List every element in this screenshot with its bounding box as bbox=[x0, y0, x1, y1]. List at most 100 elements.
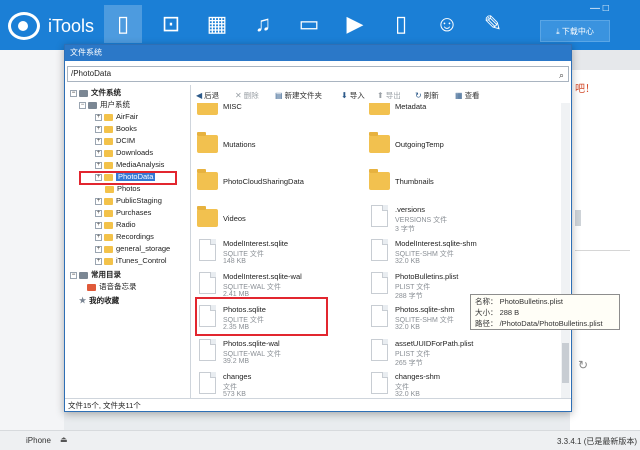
path-input[interactable]: /PhotoData ⌕ bbox=[67, 66, 569, 82]
grid-icon[interactable]: ▦ bbox=[198, 5, 236, 43]
new-folder-button[interactable]: ▤ 新建文件夹 bbox=[275, 90, 322, 101]
tree-favorites[interactable]: ★ 我的收藏 bbox=[79, 295, 119, 307]
back-button[interactable]: ◀ 后退 bbox=[196, 90, 219, 101]
file-icon bbox=[199, 372, 216, 394]
tree-root[interactable]: − 文件系统 bbox=[70, 87, 121, 99]
background-text: 吧！ bbox=[575, 84, 595, 95]
device-name: iPhone bbox=[26, 436, 51, 445]
photo-icon[interactable]: ▭ bbox=[290, 5, 328, 43]
tree-item-publicstaging[interactable]: + PublicStaging bbox=[95, 195, 162, 207]
file-system-dialog: 文件系统 /PhotoData ⌕ − 文件系统 − 用户系统 + AirFair +… bbox=[64, 44, 572, 412]
tooltip-name: 名称： PhotoBulletins.plist bbox=[475, 297, 563, 306]
refresh-button[interactable]: ↻ 刷新 bbox=[415, 90, 439, 101]
tree-item-mediaanalysis[interactable]: + MediaAnalysis bbox=[95, 159, 164, 171]
folder-icon bbox=[104, 221, 113, 229]
folder-icon bbox=[104, 161, 113, 169]
tree-item-airfair[interactable]: + AirFair bbox=[95, 111, 138, 123]
file-list-scrollbar[interactable] bbox=[561, 103, 570, 398]
folder-icon bbox=[197, 169, 218, 190]
app-logo: iTools bbox=[8, 10, 98, 42]
highlight-photodata bbox=[79, 171, 177, 185]
tree-item-recordings[interactable]: + Recordings bbox=[95, 231, 154, 243]
background-scrollbar[interactable] bbox=[575, 210, 581, 226]
phone-icon[interactable]: ▯ bbox=[104, 5, 142, 43]
view-icon: ▦ bbox=[455, 91, 463, 100]
new-folder-icon: ▤ bbox=[275, 91, 283, 100]
eject-icon[interactable]: ⏏ bbox=[60, 435, 68, 444]
list-item[interactable]: Photos.sqlite-wal SQLITE-WAL 文件 39.2 MB bbox=[193, 337, 363, 369]
list-item[interactable]: changes-shm 文件 32.0 KB bbox=[365, 370, 535, 398]
folder-icon bbox=[104, 245, 113, 253]
wrench-icon[interactable]: ✎ bbox=[474, 5, 512, 43]
import-icon: ⬇ bbox=[341, 91, 348, 100]
toolbar: ◀ 后退 ✕ 删除 ▤ 新建文件夹 ⬇ 导入 ⬆ 导出 ↻ 刷新 ▦ 查看 bbox=[193, 87, 569, 103]
itools-logo-icon bbox=[8, 12, 40, 40]
tree-item-books[interactable]: + Books bbox=[95, 123, 137, 135]
tree-item-purchases[interactable]: + Purchases bbox=[95, 207, 151, 219]
divider bbox=[575, 250, 630, 251]
view-button[interactable]: ▦ 查看 bbox=[455, 90, 480, 101]
scrollbar-thumb[interactable] bbox=[562, 343, 569, 383]
export-button[interactable]: ⬆ 导出 bbox=[377, 90, 401, 101]
folder-icon bbox=[104, 209, 113, 217]
file-icon bbox=[199, 339, 216, 361]
top-bar: iTools ▯ ⊡ ▦ ♫ ▭ ▶ ▯ ☺ ✎ — □ ⤓ 下载中心 bbox=[0, 0, 640, 50]
list-item[interactable]: assetUUIDForPath.plist PLIST 文件 265 字节 bbox=[365, 337, 535, 369]
folder-icon bbox=[105, 185, 114, 193]
music-icon[interactable]: ♫ bbox=[244, 5, 282, 43]
folder-icon bbox=[104, 149, 113, 157]
list-item[interactable]: Mutations bbox=[193, 129, 363, 161]
list-item[interactable]: MISC bbox=[193, 103, 363, 123]
list-item[interactable]: PhotoCloudSharingData bbox=[193, 166, 363, 198]
tree-item-radio[interactable]: + Radio bbox=[95, 219, 136, 231]
background-left-panel bbox=[0, 50, 64, 430]
file-icon bbox=[371, 272, 388, 294]
download-center-button[interactable]: ⤓ 下载中心 bbox=[540, 20, 610, 42]
folder-icon bbox=[369, 132, 390, 153]
file-icon bbox=[371, 372, 388, 394]
list-item[interactable]: ModelInterest.sqlite SQLITE 文件 148 KB bbox=[193, 237, 363, 269]
list-item[interactable]: Metadata bbox=[365, 103, 535, 123]
file-icon bbox=[199, 272, 216, 294]
delete-button[interactable]: ✕ 删除 bbox=[235, 90, 259, 101]
import-button[interactable]: ⬇ 导入 bbox=[341, 90, 365, 101]
list-item[interactable]: Thumbnails bbox=[365, 166, 535, 198]
file-icon bbox=[371, 239, 388, 261]
dialog-status-text: 文件15个, 文件夹11个 bbox=[65, 398, 571, 412]
dialog-title: 文件系统 bbox=[65, 45, 571, 61]
book-icon[interactable]: ▯ bbox=[382, 5, 420, 43]
folder-icon bbox=[104, 197, 113, 205]
folder-icon bbox=[104, 113, 113, 121]
list-item[interactable]: Videos bbox=[193, 203, 363, 235]
back-arrow-icon: ◀ bbox=[196, 91, 203, 100]
user-icon[interactable]: ☺ bbox=[428, 5, 466, 43]
tree-common-dirs[interactable]: − 常用目录 bbox=[70, 269, 121, 281]
app-store-icon[interactable]: ⊡ bbox=[152, 5, 190, 43]
search-icon[interactable]: ⌕ bbox=[559, 68, 564, 82]
list-item[interactable]: ModelInterest.sqlite-shm SQLITE-SHM 文件 32.… bbox=[365, 237, 535, 269]
computer-icon bbox=[79, 89, 88, 97]
folder-icon bbox=[79, 271, 88, 279]
file-icon bbox=[371, 339, 388, 361]
video-icon[interactable]: ▶ bbox=[336, 5, 374, 43]
tree-item-dcim[interactable]: + DCIM bbox=[95, 135, 135, 147]
list-item[interactable]: changes 文件 573 KB bbox=[193, 370, 363, 398]
list-item[interactable]: OutgoingTemp bbox=[365, 129, 535, 161]
background-right-panel bbox=[570, 50, 640, 430]
refresh-icon: ↻ bbox=[415, 91, 422, 100]
folder-icon bbox=[104, 257, 113, 265]
tree-item-downloads[interactable]: + Downloads bbox=[95, 147, 153, 159]
highlight-photos-sqlite bbox=[195, 297, 328, 336]
refresh-icon[interactable]: ↻ bbox=[578, 358, 588, 372]
list-item[interactable]: .versions VERSIONS 文件 3 字节 bbox=[365, 203, 535, 235]
tree-user-system[interactable]: − 用户系统 bbox=[79, 99, 130, 111]
tree-item-voice-memo[interactable]: 语音备忘录 bbox=[87, 281, 137, 293]
tooltip-size: 大小： 288 B bbox=[475, 308, 520, 317]
tree-item-general-storage[interactable]: + general_storage bbox=[95, 243, 170, 255]
tree-item-itunes-control[interactable]: + iTunes_Control bbox=[95, 255, 167, 267]
star-icon: ★ bbox=[79, 296, 87, 306]
status-bar: iPhone ⏏ 3.3.4.1 (已是最新版本) bbox=[0, 430, 640, 450]
folder-icon bbox=[197, 206, 218, 227]
window-controls[interactable]: — □ bbox=[590, 3, 609, 14]
voice-memo-icon bbox=[87, 283, 96, 291]
